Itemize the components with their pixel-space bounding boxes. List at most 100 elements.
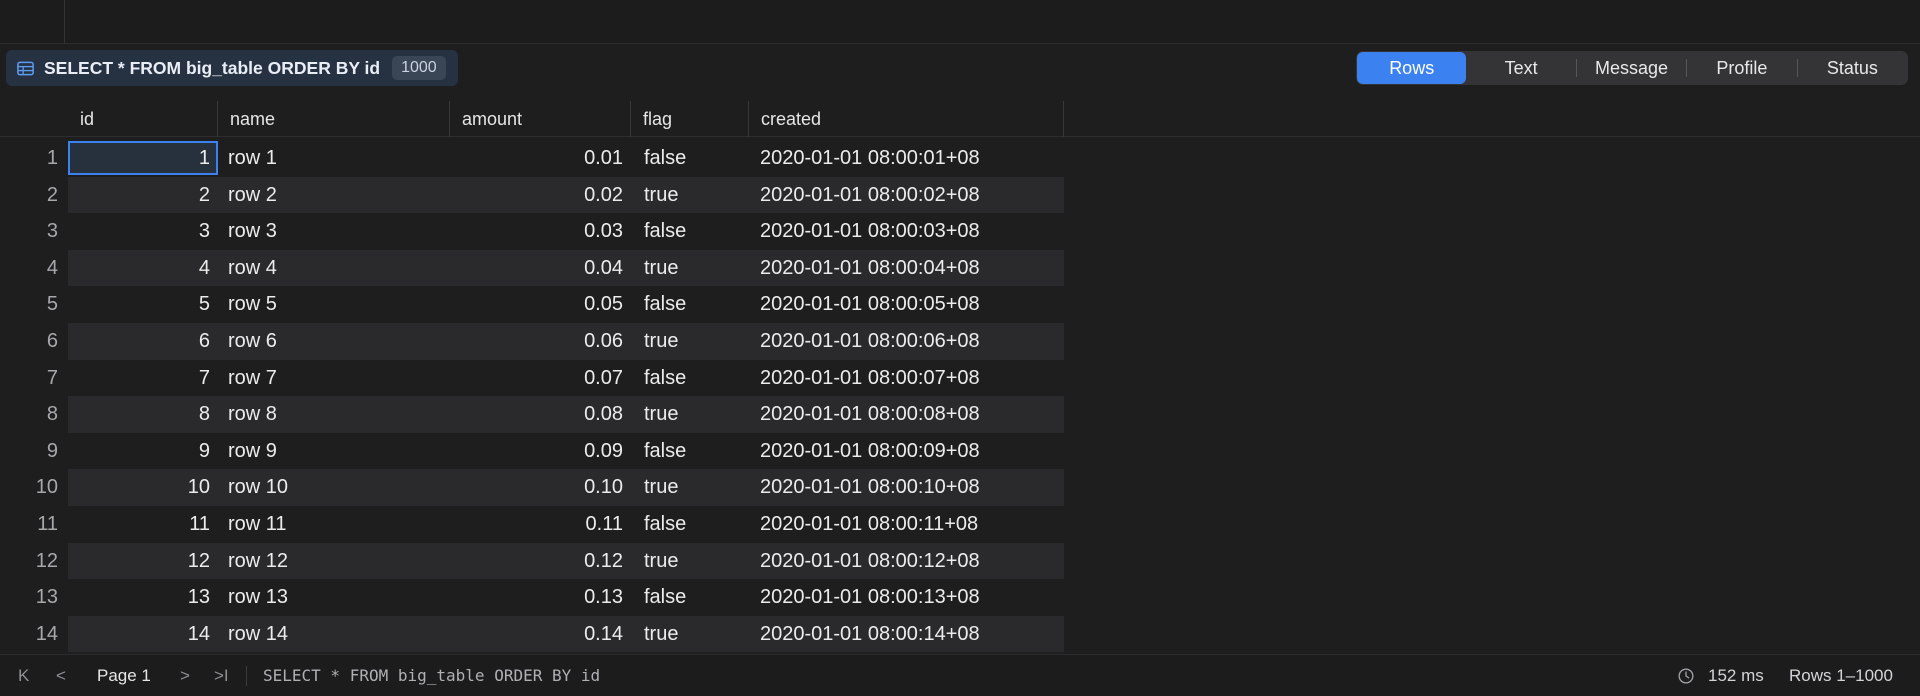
table-row[interactable]: 1 1 row 1 0.01 false 2020-01-01 08:00:01+08 [0,140,1920,177]
cell-created[interactable]: 2020-01-01 08:00:05+08 [760,286,980,323]
cell-name[interactable]: row 5 [228,286,277,323]
cell-flag[interactable]: false [644,579,686,616]
cell-name[interactable]: row 2 [228,177,277,214]
cell-flag[interactable]: false [644,286,686,323]
cell-name[interactable]: row 7 [228,360,277,397]
table-row[interactable]: 9 9 row 9 0.09 false 2020-01-01 08:00:09+08 [0,433,1920,470]
cell-name[interactable]: row 10 [228,469,288,506]
tab-profile[interactable]: Profile [1687,52,1796,84]
query-chip[interactable]: SELECT * FROM big_table ORDER BY id 1000 [6,50,458,86]
tab-rows[interactable]: Rows [1357,52,1467,84]
cell-created[interactable]: 2020-01-01 08:00:10+08 [760,469,980,506]
tab-status[interactable]: Status [1798,52,1907,84]
row-number[interactable]: 13 [0,579,58,616]
cell-created[interactable]: 2020-01-01 08:00:07+08 [760,360,980,397]
sql-editor-area[interactable] [0,0,1920,44]
table-row[interactable]: 4 4 row 4 0.04 true 2020-01-01 08:00:04+08 [0,249,1920,287]
last-page-icon[interactable]: >I [214,655,229,696]
cell-created[interactable]: 2020-01-01 08:00:13+08 [760,579,980,616]
row-number[interactable]: 4 [0,250,58,287]
cell-id[interactable]: 1 [68,140,210,177]
row-number[interactable]: 10 [0,469,58,506]
tab-message[interactable]: Message [1577,52,1686,84]
cell-flag[interactable]: false [644,360,686,397]
cell-created[interactable]: 2020-01-01 08:00:04+08 [760,250,980,287]
cell-amount[interactable]: 0.14 [450,616,623,653]
next-page-icon[interactable]: > [180,655,190,696]
cell-created[interactable]: 2020-01-01 08:00:14+08 [760,616,980,653]
cell-id[interactable]: 10 [68,469,210,506]
cell-flag[interactable]: true [644,616,678,653]
cell-flag[interactable]: false [644,140,686,177]
column-header-created[interactable]: created [749,101,1064,137]
cell-created[interactable]: 2020-01-01 08:00:06+08 [760,323,980,360]
table-row[interactable]: 2 2 row 2 0.02 true 2020-01-01 08:00:02+08 [0,176,1920,214]
cell-id[interactable]: 7 [68,360,210,397]
column-header-flag[interactable]: flag [631,101,749,137]
cell-amount[interactable]: 0.12 [450,543,623,580]
cell-flag[interactable]: true [644,323,678,360]
cell-flag[interactable]: true [644,469,678,506]
cell-id[interactable]: 3 [68,213,210,250]
table-row[interactable]: 5 5 row 5 0.05 false 2020-01-01 08:00:05+08 [0,286,1920,323]
cell-flag[interactable]: true [644,396,678,433]
row-number[interactable]: 5 [0,286,58,323]
column-header-name[interactable]: name [218,101,450,137]
table-row[interactable]: 11 11 row 11 0.11 false 2020-01-01 08:00:11+0… [0,506,1920,543]
column-header-amount[interactable]: amount [450,101,631,137]
cell-flag[interactable]: true [644,250,678,287]
row-number[interactable]: 1 [0,140,58,177]
cell-amount[interactable]: 0.01 [450,140,623,177]
row-number[interactable]: 6 [0,323,58,360]
cell-name[interactable]: row 1 [228,140,277,177]
cell-id[interactable]: 13 [68,579,210,616]
cell-id[interactable]: 14 [68,616,210,653]
row-number[interactable]: 9 [0,433,58,470]
cell-amount[interactable]: 0.13 [450,579,623,616]
cell-flag[interactable]: true [644,177,678,214]
cell-created[interactable]: 2020-01-01 08:00:12+08 [760,543,980,580]
cell-flag[interactable]: false [644,506,686,543]
cell-name[interactable]: row 6 [228,323,277,360]
cell-id[interactable]: 6 [68,323,210,360]
cell-created[interactable]: 2020-01-01 08:00:08+08 [760,396,980,433]
cell-id[interactable]: 2 [68,177,210,214]
cell-flag[interactable]: false [644,213,686,250]
row-number[interactable]: 2 [0,177,58,214]
table-row[interactable]: 13 13 row 13 0.13 false 2020-01-01 08:00:13+0… [0,579,1920,616]
cell-name[interactable]: row 12 [228,543,288,580]
cell-id[interactable]: 11 [68,506,210,543]
cell-created[interactable]: 2020-01-01 08:00:11+08 [760,506,978,543]
cell-amount[interactable]: 0.10 [450,469,623,506]
cell-id[interactable]: 5 [68,286,210,323]
cell-name[interactable]: row 8 [228,396,277,433]
row-number[interactable]: 11 [0,506,58,543]
first-page-icon[interactable]: K [18,655,29,696]
cell-created[interactable]: 2020-01-01 08:00:03+08 [760,213,980,250]
cell-name[interactable]: row 3 [228,213,277,250]
row-number[interactable]: 7 [0,360,58,397]
cell-id[interactable]: 9 [68,433,210,470]
cell-amount[interactable]: 0.07 [450,360,623,397]
cell-amount[interactable]: 0.08 [450,396,623,433]
cell-name[interactable]: row 9 [228,433,277,470]
row-number[interactable]: 3 [0,213,58,250]
cell-id[interactable]: 8 [68,396,210,433]
table-row[interactable]: 12 12 row 12 0.12 true 2020-01-01 08:00:12+08 [0,542,1920,580]
table-row[interactable]: 14 14 row 14 0.14 true 2020-01-01 08:00:14+08 [0,615,1920,653]
cell-created[interactable]: 2020-01-01 08:00:01+08 [760,140,980,177]
table-row[interactable]: 8 8 row 8 0.08 true 2020-01-01 08:00:08+08 [0,396,1920,433]
cell-amount[interactable]: 0.05 [450,286,623,323]
prev-page-icon[interactable]: < [56,655,66,696]
row-number[interactable]: 8 [0,396,58,433]
cell-id[interactable]: 12 [68,543,210,580]
cell-flag[interactable]: false [644,433,686,470]
cell-amount[interactable]: 0.02 [450,177,623,214]
cell-amount[interactable]: 0.04 [450,250,623,287]
column-header-id[interactable]: id [68,101,218,137]
cell-amount[interactable]: 0.11 [450,506,623,543]
table-row[interactable]: 3 3 row 3 0.03 false 2020-01-01 08:00:03+08 [0,213,1920,250]
cell-id[interactable]: 4 [68,250,210,287]
cell-amount[interactable]: 0.09 [450,433,623,470]
cell-amount[interactable]: 0.03 [450,213,623,250]
